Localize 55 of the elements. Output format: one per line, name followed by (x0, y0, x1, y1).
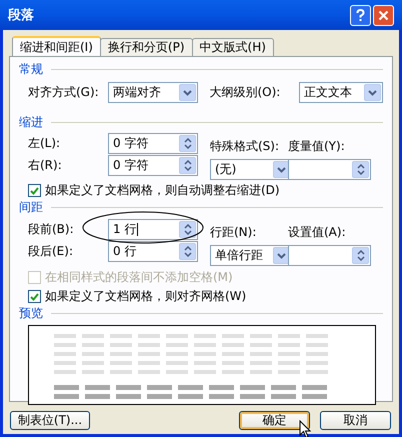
help-button[interactable] (350, 4, 371, 26)
tab[interactable]: 换行和分页(P) (100, 38, 193, 56)
section-heading: 常规 (19, 62, 43, 77)
section-heading: 缩进 (19, 115, 43, 130)
field-label: 行距(N): (210, 225, 256, 240)
spin-arrows-icon (184, 224, 192, 235)
close-icon (378, 10, 389, 20)
field-label: 对齐方式(G): (28, 85, 100, 100)
check-icon (30, 186, 39, 194)
spin-arrows-icon (356, 164, 364, 175)
mouse-pointer-icon (299, 420, 311, 437)
checkbox[interactable] (28, 184, 41, 197)
checkbox[interactable] (28, 290, 41, 303)
check-icon (30, 292, 39, 300)
spin-field[interactable] (288, 159, 371, 180)
spin-field[interactable]: 1 行 (108, 219, 198, 240)
spin-field[interactable]: 0 字符 (108, 155, 198, 176)
spin-arrows-icon (184, 246, 192, 257)
spin-buttons[interactable] (179, 221, 196, 238)
tab[interactable]: 缩进和间距(I) (12, 36, 101, 56)
field-label: 度量值(Y): (288, 139, 345, 154)
chevron-down-icon (182, 90, 192, 96)
dialog-button[interactable]: 制表位(T)... (10, 411, 90, 430)
spin-arrows-icon (356, 250, 364, 261)
dialog-button[interactable]: 确定 (239, 411, 310, 430)
window-title: 段落 (8, 8, 34, 22)
field-label: 右(R): (28, 158, 62, 173)
spin-field[interactable]: 0 字符 (108, 133, 198, 154)
spin-arrows-icon (184, 160, 192, 171)
section-heading: 预览 (19, 306, 43, 321)
field-label: 段前(B): (28, 222, 74, 237)
question-mark-icon (356, 8, 365, 22)
tab[interactable]: 中文版式(H) (192, 38, 274, 56)
spin-arrows-icon (184, 138, 192, 149)
dropdown-field[interactable]: 两端对齐 (108, 82, 198, 103)
field-label: 设置值(A): (288, 225, 346, 240)
dropdown-button[interactable] (364, 84, 381, 101)
chevron-down-icon (277, 166, 286, 172)
dropdown-field[interactable]: 正文文本 (299, 82, 383, 103)
field-label: 特殊格式(S): (210, 139, 280, 154)
checkbox-label: 如果定义了文档网格，则自动调整右缩进(D) (45, 183, 280, 198)
field-label: 段后(E): (28, 244, 73, 259)
checkbox-label: 在相同样式的段落间不添加空格(M) (45, 270, 233, 285)
chevron-down-icon (277, 252, 286, 258)
field-label: 左(L): (28, 136, 60, 151)
spin-field[interactable] (288, 245, 371, 266)
dialog-button[interactable]: 取消 (320, 411, 391, 430)
spin-field[interactable]: 0 行 (108, 241, 198, 262)
checkbox-label: 如果定义了文档网格，则对齐网格(W) (45, 289, 246, 304)
text-caret (137, 223, 138, 236)
dropdown-button[interactable] (178, 84, 196, 101)
chevron-down-icon (368, 90, 377, 96)
field-label: 大纲级别(O): (210, 85, 282, 100)
close-button[interactable] (373, 4, 394, 26)
section-heading: 间距 (19, 200, 43, 215)
